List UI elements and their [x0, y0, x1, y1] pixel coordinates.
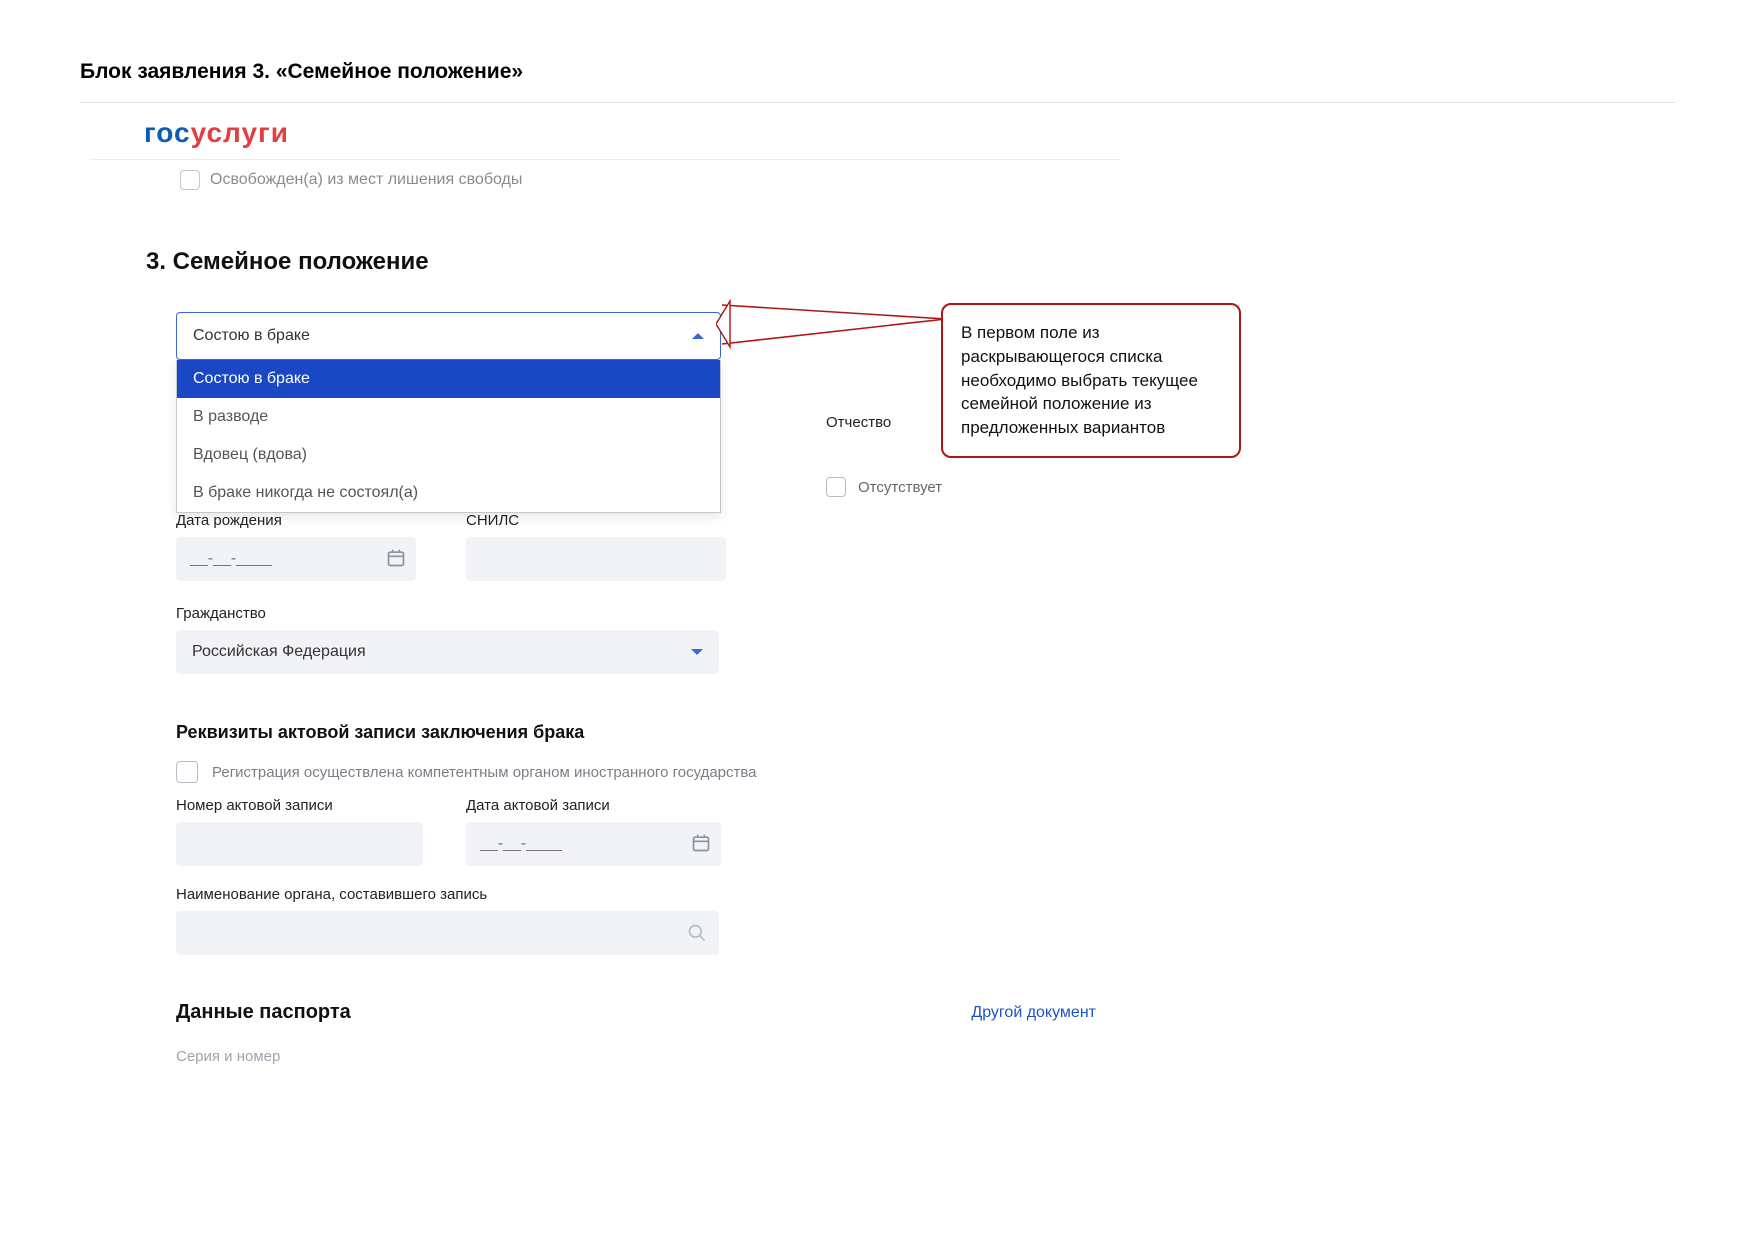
logo-part-uslugi: услуги — [191, 117, 289, 148]
chevron-down-icon — [691, 649, 703, 655]
record-number-input[interactable] — [176, 822, 423, 866]
marriage-record-title: Реквизиты актовой записи заключения брак… — [176, 722, 1096, 743]
dropdown-option-3[interactable]: В браке никогда не состоял(а) — [177, 474, 720, 512]
dropdown-selected-text: Состою в браке — [193, 327, 310, 345]
callout-box: В первом поле из раскрывающегося списка … — [941, 303, 1241, 458]
patronymic-absent-checkbox[interactable] — [826, 477, 846, 497]
calendar-icon[interactable] — [386, 548, 406, 568]
gosuslugi-logo: госуслуги — [144, 117, 1120, 149]
snils-input[interactable] — [466, 537, 726, 581]
other-document-link[interactable]: Другой документ — [971, 1004, 1096, 1022]
doc-title: Блок заявления 3. «Семейное положение» — [80, 60, 1675, 84]
dropdown-option-2[interactable]: Вдовец (вдова) — [177, 436, 720, 474]
logo-part-gos: гос — [144, 117, 191, 148]
citizenship-value: Российская Федерация — [192, 643, 366, 661]
passport-title: Данные паспорта — [176, 1001, 351, 1024]
organ-label: Наименование органа, составившего запись — [176, 886, 1096, 903]
released-label: Освобожден(а) из мест лишения свободы — [210, 171, 522, 189]
dob-label: Дата рождения — [176, 512, 466, 529]
dropdown-option-0[interactable]: Состою в браке — [177, 360, 720, 398]
record-number-label: Номер актовой записи — [176, 797, 466, 814]
released-checkbox[interactable] — [180, 170, 200, 190]
dropdown-selected[interactable]: Состою в браке — [176, 312, 721, 360]
dropdown-option-1[interactable]: В разводе — [177, 398, 720, 436]
serial-number-label: Серия и номер — [176, 1048, 1096, 1065]
marital-status-dropdown[interactable]: Состою в браке Состою в браке В разводе … — [176, 312, 721, 360]
record-date-input[interactable] — [466, 822, 721, 866]
organ-search-input[interactable] — [176, 911, 719, 955]
prev-section-remnant: Освобожден(а) из мест лишения свободы — [90, 159, 1120, 198]
dob-input[interactable] — [176, 537, 416, 581]
foreign-reg-label: Регистрация осуществлена компетентным ор… — [212, 764, 757, 781]
foreign-reg-checkbox[interactable] — [176, 761, 198, 783]
dropdown-list: Состою в браке В разводе Вдовец (вдова) … — [176, 360, 721, 513]
chevron-up-icon — [692, 333, 704, 339]
patronymic-absent-label: Отсутствует — [858, 479, 942, 496]
snils-label: СНИЛС — [466, 512, 756, 529]
record-date-label: Дата актовой записи — [466, 797, 726, 814]
search-icon[interactable] — [687, 923, 707, 948]
calendar-icon[interactable] — [691, 833, 711, 853]
callout-arrow — [716, 299, 956, 419]
callout-text: В первом поле из раскрывающегося списка … — [961, 323, 1198, 437]
citizenship-label: Гражданство — [176, 605, 1096, 622]
section-title: 3. Семейное положение — [146, 248, 1120, 276]
citizenship-select[interactable]: Российская Федерация — [176, 630, 719, 674]
